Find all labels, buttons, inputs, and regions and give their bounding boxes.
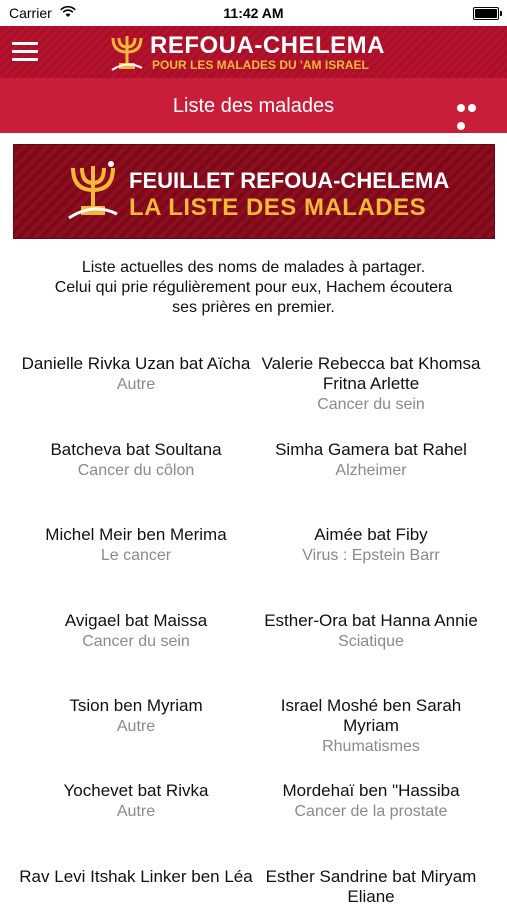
patient-condition: Alzheimer <box>335 462 407 479</box>
patient-condition: Autre <box>116 803 156 820</box>
patient-card[interactable]: Batcheva bat Soultana Cancer du côlon <box>16 440 256 482</box>
menorah-banner-icon <box>68 161 118 220</box>
patient-name: Mordehaï ben "Hassiba <box>282 781 460 800</box>
patient-card[interactable]: Simha Gamera bat Rahel Alzheimer <box>251 440 491 482</box>
patient-card[interactable]: Michel Meir ben Merima Le cancer <box>16 525 256 567</box>
patient-condition: Autre <box>116 718 156 735</box>
patient-name: Aimée bat Fiby <box>314 525 428 544</box>
logo-title: REFOUA-CHELEMA <box>150 32 385 59</box>
patient-name: Esther Sandrine bat Miryam Eliane <box>265 867 477 906</box>
hamburger-menu-icon[interactable] <box>12 42 38 62</box>
patient-name: Batcheva bat Soultana <box>50 440 222 459</box>
intro-line: Celui qui prie régulièrement pour eux, H… <box>54 279 453 296</box>
patient-card[interactable]: Esther Sandrine bat Miryam Eliane <box>251 867 491 907</box>
app-logo: REFOUA-CHELEMA POUR LES MALADES DU 'AM I… <box>108 30 408 76</box>
patient-name: Danielle Rivka Uzan bat Aïcha <box>21 354 251 373</box>
patient-condition: Cancer du côlon <box>77 462 195 479</box>
patient-name: Simha Gamera bat Rahel <box>275 440 467 459</box>
patient-condition: Cancer du sein <box>317 396 425 413</box>
intro-line: ses prières en premier. <box>172 299 335 316</box>
banner-line2: LA LISTE DES MALADES <box>129 194 427 221</box>
patient-condition: Rhumatismes <box>322 738 420 755</box>
more-options-icon[interactable] <box>457 99 489 130</box>
status-bar: Carrier 11:42 AM <box>0 0 507 26</box>
patient-card[interactable]: Avigael bat Maissa Cancer du sein <box>16 611 256 653</box>
app-header: REFOUA-CHELEMA POUR LES MALADES DU 'AM I… <box>0 26 507 78</box>
patient-card[interactable]: Israel Moshé ben Sarah Myriam Rhumatisme… <box>251 696 491 758</box>
intro-text: Liste actuelles des noms de malades à pa… <box>20 258 487 318</box>
patient-name: Avigael bat Maissa <box>64 611 208 630</box>
patient-name: Tsion ben Myriam <box>69 696 203 715</box>
patient-name: Valerie Rebecca bat Khomsa Fritna Arlett… <box>261 354 481 393</box>
logo-subtitle: POUR LES MALADES DU 'AM ISRAEL <box>152 58 369 72</box>
patient-name: Esther-Ora bat Hanna Annie <box>264 611 478 630</box>
banner-line1: FEUILLET REFOUA-CHELEMA <box>129 168 450 193</box>
patient-condition: Autre <box>116 376 156 393</box>
patient-name: Yochevet bat Rivka <box>63 781 209 800</box>
patient-condition: Cancer de la prostate <box>294 803 448 820</box>
patient-card[interactable]: Yochevet bat Rivka Autre <box>16 781 256 823</box>
patient-name: Michel Meir ben Merima <box>45 525 227 544</box>
patient-card[interactable]: Rav Levi Itshak Linker ben Léa <box>16 867 256 887</box>
banner-image: FEUILLET REFOUA-CHELEMA LA LISTE DES MAL… <box>13 144 495 239</box>
intro-line: Liste actuelles des noms de malades à pa… <box>81 259 426 276</box>
patient-card[interactable]: Mordehaï ben "Hassiba Cancer de la prost… <box>251 781 491 823</box>
patient-name: Rav Levi Itshak Linker ben Léa <box>19 867 253 886</box>
page-title: Liste des malades <box>172 95 335 117</box>
battery-icon <box>473 7 502 20</box>
page-header: Liste des malades <box>0 78 507 133</box>
patient-card[interactable]: Tsion ben Myriam Autre <box>16 696 256 738</box>
patient-condition: Cancer du sein <box>82 633 190 650</box>
patient-condition: Virus : Epstein Barr <box>302 547 440 564</box>
patient-condition: Le cancer <box>100 547 172 564</box>
patient-condition: Sciatique <box>338 633 404 650</box>
patient-name: Israel Moshé ben Sarah Myriam <box>280 696 462 735</box>
status-time: 11:42 AM <box>223 5 284 21</box>
patient-card[interactable]: Aimée bat Fiby Virus : Epstein Barr <box>251 525 491 567</box>
patient-card[interactable]: Valerie Rebecca bat Khomsa Fritna Arlett… <box>251 354 491 416</box>
menorah-logo-icon <box>111 36 143 71</box>
patient-card[interactable]: Danielle Rivka Uzan bat Aïcha Autre <box>16 354 256 396</box>
patient-card[interactable]: Esther-Ora bat Hanna Annie Sciatique <box>251 611 491 653</box>
